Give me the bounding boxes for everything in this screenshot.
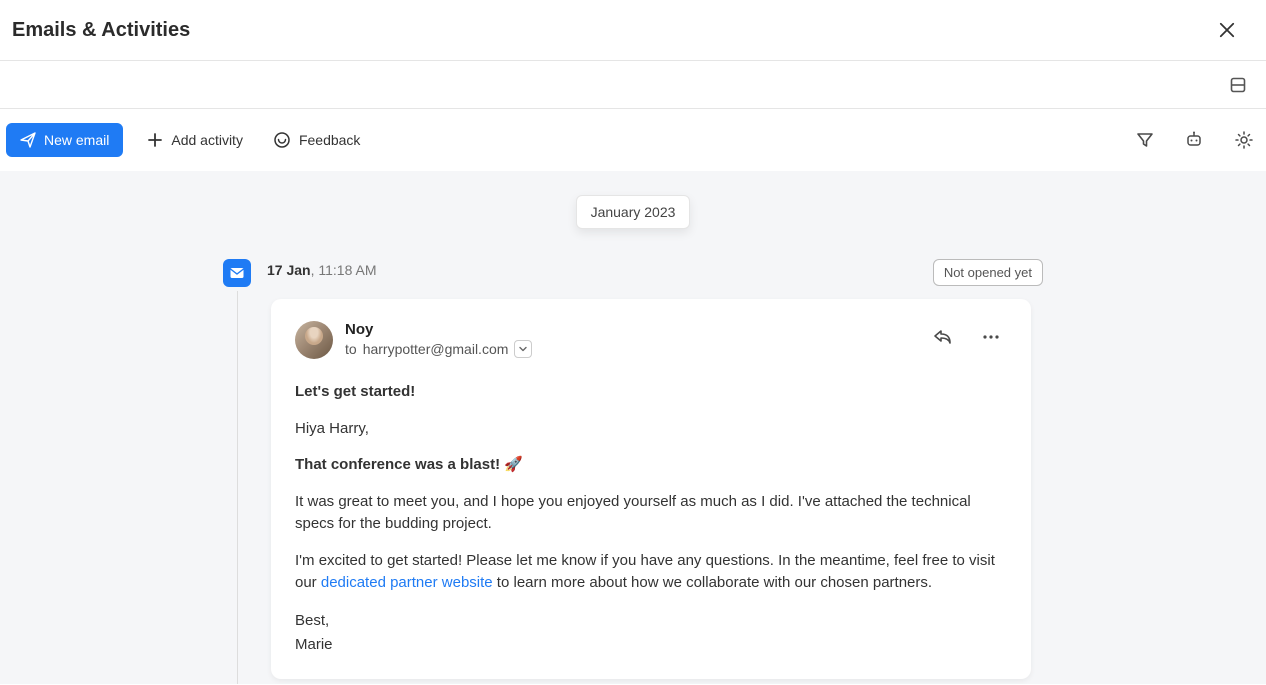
- entry-timestamp: 17 Jan, 11:18 AM: [267, 259, 377, 278]
- email-paragraph-2: I'm excited to get started! Please let m…: [295, 550, 1007, 595]
- new-email-button[interactable]: New email: [6, 123, 123, 157]
- recipient-line: to harrypotter@gmail.com: [345, 340, 532, 358]
- email-paragraph-1: It was great to meet you, and I hope you…: [295, 491, 1007, 536]
- more-horizontal-icon: [981, 327, 1001, 347]
- email-subject: Let's get started!: [295, 381, 1007, 404]
- page-title: Emails & Activities: [12, 19, 190, 42]
- entry-date: 17 Jan: [267, 262, 311, 278]
- panel-header: Emails & Activities: [0, 0, 1266, 61]
- partner-website-link[interactable]: dedicated partner website: [321, 574, 493, 591]
- panel-split-icon: [1230, 77, 1246, 93]
- gear-icon: [1234, 130, 1254, 150]
- feedback-icon: [273, 131, 291, 149]
- reply-button[interactable]: [927, 321, 959, 353]
- date-group-wrap: January 2023: [0, 195, 1266, 229]
- expand-recipients-button[interactable]: [514, 340, 532, 358]
- email-bold-line: That conference was a blast! 🚀: [295, 454, 1007, 477]
- subheader: [0, 61, 1266, 109]
- signature-name: Marie: [295, 633, 1007, 657]
- timeline-container: 17 Jan, 11:18 AM Not opened yet Noy to h…: [223, 259, 1043, 679]
- email-signoff: Best, Marie: [295, 609, 1007, 657]
- recipient-email: harrypotter@gmail.com: [363, 341, 509, 357]
- chevron-down-icon: [518, 344, 528, 354]
- filter-button[interactable]: [1130, 125, 1160, 155]
- signoff-text: Best,: [295, 609, 1007, 633]
- paragraph2-post: to learn more about how we collaborate w…: [493, 574, 932, 591]
- add-activity-button[interactable]: Add activity: [141, 124, 249, 156]
- sender-avatar: [295, 321, 333, 359]
- recipient-prefix: to: [345, 341, 357, 357]
- more-actions-button[interactable]: [975, 321, 1007, 353]
- email-body: Let's get started! Hiya Harry, That conf…: [295, 381, 1007, 657]
- action-toolbar: New email Add activity Feedback: [0, 109, 1266, 171]
- email-card: Noy to harrypotter@gmail.com: [271, 299, 1031, 679]
- email-greeting: Hiya Harry,: [295, 418, 1007, 441]
- bot-button[interactable]: [1178, 124, 1210, 156]
- sender-block: Noy to harrypotter@gmail.com: [345, 321, 532, 358]
- new-email-label: New email: [44, 132, 109, 148]
- feedback-button[interactable]: Feedback: [267, 123, 366, 157]
- add-activity-label: Add activity: [171, 132, 243, 148]
- timeline-entry-header: 17 Jan, 11:18 AM Not opened yet: [223, 259, 1043, 287]
- send-icon: [20, 132, 36, 148]
- date-group-badge: January 2023: [576, 195, 691, 229]
- timeline-area: January 2023 17 Jan, 11:18 AM Not opened…: [0, 171, 1266, 684]
- open-status-badge: Not opened yet: [933, 259, 1043, 286]
- plus-icon: [147, 132, 163, 148]
- close-button[interactable]: [1215, 18, 1239, 42]
- sender-name: Noy: [345, 321, 532, 338]
- mail-icon: [229, 265, 245, 281]
- entry-time: 11:18 AM: [318, 262, 376, 278]
- timeline-line: [237, 291, 238, 684]
- email-entry-icon: [223, 259, 251, 287]
- bot-icon: [1184, 130, 1204, 150]
- reply-icon: [933, 327, 953, 347]
- email-card-header: Noy to harrypotter@gmail.com: [295, 321, 1007, 359]
- filter-icon: [1136, 131, 1154, 149]
- close-icon: [1219, 21, 1235, 39]
- layout-toggle-button[interactable]: [1228, 75, 1248, 95]
- email-card-actions: [927, 321, 1007, 353]
- feedback-label: Feedback: [299, 132, 360, 148]
- settings-button[interactable]: [1228, 124, 1260, 156]
